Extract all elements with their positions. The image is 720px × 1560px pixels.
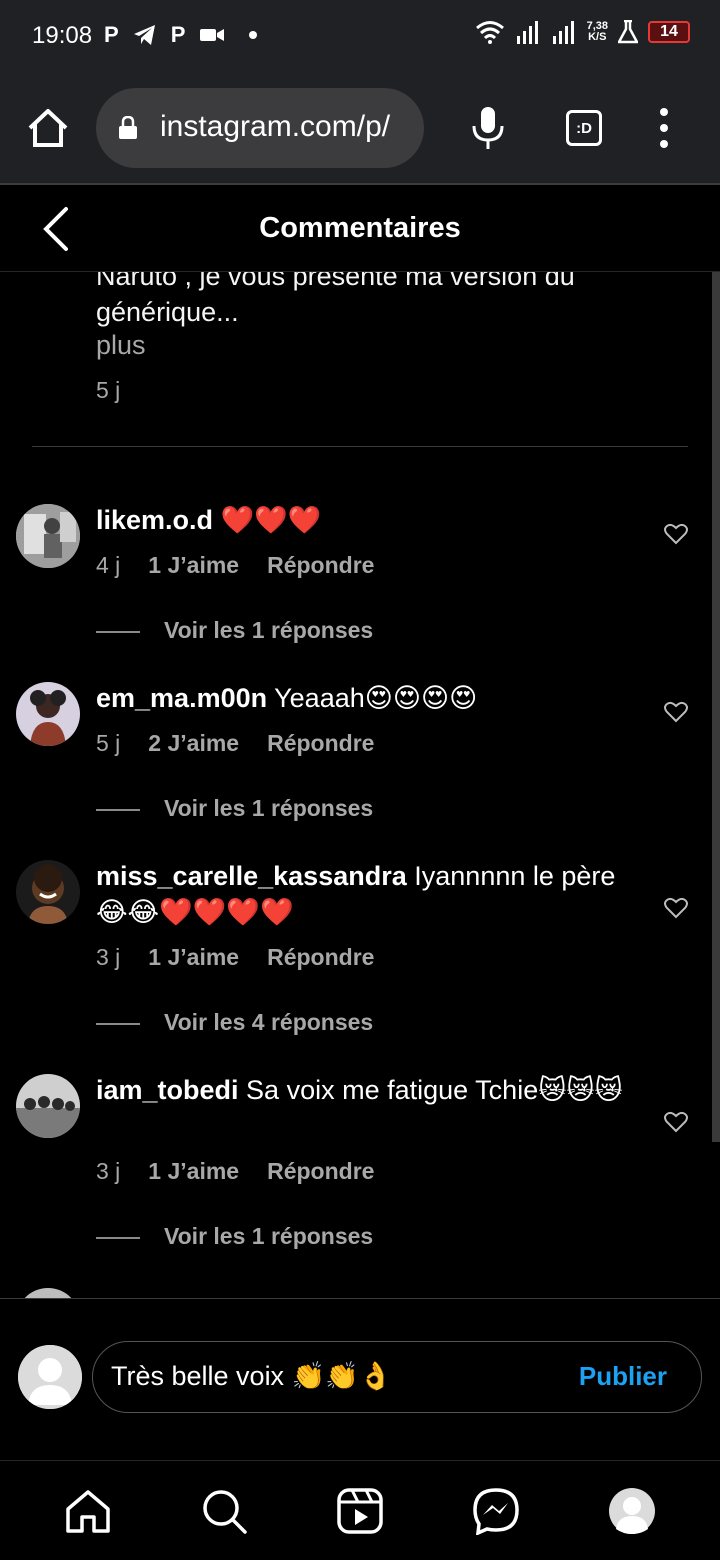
comment-likes-link[interactable]: 1 J’aime bbox=[148, 1158, 239, 1184]
browser-menu-icon[interactable] bbox=[654, 108, 674, 148]
comment-age: 3 j bbox=[96, 944, 121, 970]
microphone-icon[interactable] bbox=[470, 106, 506, 150]
heart-icon[interactable] bbox=[664, 1111, 688, 1133]
heart-icon[interactable] bbox=[664, 523, 688, 545]
scrollbar[interactable] bbox=[712, 272, 720, 1142]
comment-input[interactable]: Très belle voix 👏👏👌 Publier bbox=[92, 1341, 702, 1413]
comment-username[interactable]: iam_tobedi bbox=[96, 1075, 239, 1105]
avatar[interactable] bbox=[16, 860, 80, 924]
view-replies-label: Voir les 1 réponses bbox=[164, 795, 374, 821]
view-replies-label: Voir les 1 réponses bbox=[164, 1223, 374, 1249]
my-avatar bbox=[18, 1345, 82, 1409]
status-time: 19:08 bbox=[32, 22, 93, 49]
comment-age: 4 j bbox=[96, 552, 121, 578]
search-icon[interactable] bbox=[200, 1487, 248, 1535]
notification-icons: P P bbox=[104, 22, 258, 48]
comment-text: miss_carelle_kassandra Iyannnnn le père … bbox=[96, 858, 636, 930]
lock-icon bbox=[119, 116, 137, 139]
reply-button[interactable]: Répondre bbox=[267, 1158, 374, 1184]
network-speed: 7,38 K/S bbox=[587, 21, 608, 43]
caption-age: 5 j bbox=[96, 377, 121, 403]
heart-icon[interactable] bbox=[664, 897, 688, 919]
comment-age: 3 j bbox=[96, 1158, 121, 1184]
reels-icon[interactable] bbox=[336, 1487, 384, 1535]
signal-icon-2 bbox=[552, 21, 574, 44]
comment-input-value: Très belle voix 👏👏👌 bbox=[111, 1361, 393, 1391]
system-icons: 7,38 K/S 14 bbox=[475, 20, 690, 44]
comment-likes-link[interactable]: 1 J’aime bbox=[148, 552, 239, 578]
publish-button[interactable]: Publier bbox=[579, 1361, 667, 1392]
network-speed-unit: K/S bbox=[588, 31, 607, 43]
comment-meta: 3 j 1 J’aime Répondre bbox=[96, 944, 374, 971]
browser-home-icon[interactable] bbox=[26, 106, 70, 150]
heart-icon[interactable] bbox=[664, 701, 688, 723]
replies-line bbox=[96, 1023, 140, 1025]
replies-line bbox=[96, 631, 140, 633]
comment-text: likem.o.d ❤️❤️❤️ bbox=[96, 502, 636, 538]
comment-age: 5 j bbox=[96, 730, 121, 756]
signal-icon bbox=[516, 21, 538, 44]
wifi-icon bbox=[475, 21, 504, 44]
profile-avatar-icon[interactable] bbox=[608, 1487, 656, 1535]
replies-line bbox=[96, 1237, 140, 1239]
address-bar[interactable]: instagram.com/p/ bbox=[96, 88, 424, 168]
telegram-icon bbox=[133, 25, 155, 45]
caption-more-link[interactable]: plus bbox=[96, 330, 146, 361]
comment-meta: 4 j 1 J’aime Répondre bbox=[96, 552, 374, 579]
comment-body: Yeaaah😍😍😍😍 bbox=[274, 683, 478, 713]
parking-app-icon-2: P bbox=[170, 22, 186, 47]
messenger-icon[interactable] bbox=[472, 1487, 520, 1535]
more-notifications-dot-icon bbox=[249, 31, 258, 39]
avatar[interactable] bbox=[16, 1074, 80, 1138]
avatar[interactable] bbox=[16, 682, 80, 746]
comment-likes-link[interactable]: 2 J’aime bbox=[148, 730, 239, 756]
flask-icon bbox=[618, 20, 638, 44]
video-camera-icon bbox=[200, 29, 225, 41]
comment-text: em_ma.m00n Yeaaah😍😍😍😍 bbox=[96, 680, 636, 716]
comment-composer: Très belle voix 👏👏👌 Publier bbox=[0, 1298, 720, 1460]
comment-meta: 5 j 2 J’aime Répondre bbox=[96, 730, 374, 757]
url-text: instagram.com/p/ bbox=[160, 110, 391, 143]
tab-switcher-button[interactable]: :D bbox=[566, 110, 602, 146]
comments-header: Commentaires bbox=[0, 186, 720, 272]
replies-line bbox=[96, 809, 140, 811]
comment-meta: 3 j 1 J’aime Répondre bbox=[96, 1158, 374, 1185]
comment-text: iam_tobedi Sa voix me fatigue Tchie😿😿😿 bbox=[96, 1072, 636, 1108]
browser-toolbar: instagram.com/p/ :D bbox=[0, 72, 720, 185]
reply-button[interactable]: Répondre bbox=[267, 552, 374, 578]
comment-username[interactable]: em_ma.m00n bbox=[96, 683, 267, 713]
view-replies-label: Voir les 4 réponses bbox=[164, 1009, 374, 1035]
page-title: Commentaires bbox=[259, 212, 461, 244]
comment-username[interactable]: likem.o.d bbox=[96, 505, 213, 535]
status-bar: 19:08 P P 7,38 K/S 14 bbox=[0, 0, 720, 72]
battery-indicator: 14 bbox=[648, 21, 690, 43]
comment-username[interactable]: miss_carelle_kassandra bbox=[96, 861, 407, 891]
parking-app-icon: P bbox=[104, 22, 119, 47]
home-icon[interactable] bbox=[64, 1487, 112, 1535]
divider bbox=[32, 446, 688, 447]
reply-button[interactable]: Répondre bbox=[267, 944, 374, 970]
comment-likes-link[interactable]: 1 J’aime bbox=[148, 944, 239, 970]
avatar[interactable] bbox=[16, 504, 80, 568]
bottom-navigation bbox=[0, 1460, 720, 1560]
comment-body: ❤️❤️❤️ bbox=[220, 505, 322, 535]
reply-button[interactable]: Répondre bbox=[267, 730, 374, 756]
view-replies-label: Voir les 1 réponses bbox=[164, 617, 374, 643]
comment-body: Sa voix me fatigue Tchie😿😿😿 bbox=[246, 1075, 623, 1105]
